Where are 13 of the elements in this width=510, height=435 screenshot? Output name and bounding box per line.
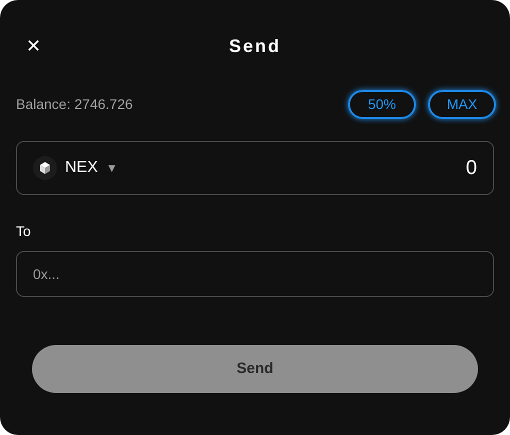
amount-preset-button[interactable]: MAX — [428, 90, 496, 118]
recipient-field[interactable]: 0x... — [16, 251, 494, 297]
recipient-label: To — [16, 222, 32, 241]
balance-text: Balance: 2746.726 — [16, 94, 133, 114]
amount-value: 0 — [466, 156, 477, 181]
token-selector[interactable]: NEX ▼ — [33, 156, 118, 180]
caret-icon: ▼ — [106, 159, 118, 177]
amount-field[interactable]: NEX ▼ 0 — [16, 141, 494, 195]
token-icon — [33, 156, 57, 180]
close-button[interactable]: ✕ — [26, 37, 41, 55]
amount-preset-button[interactable]: 50% — [348, 90, 416, 118]
token-symbol: NEX — [65, 158, 98, 178]
dialog-title: Send — [228, 34, 281, 58]
